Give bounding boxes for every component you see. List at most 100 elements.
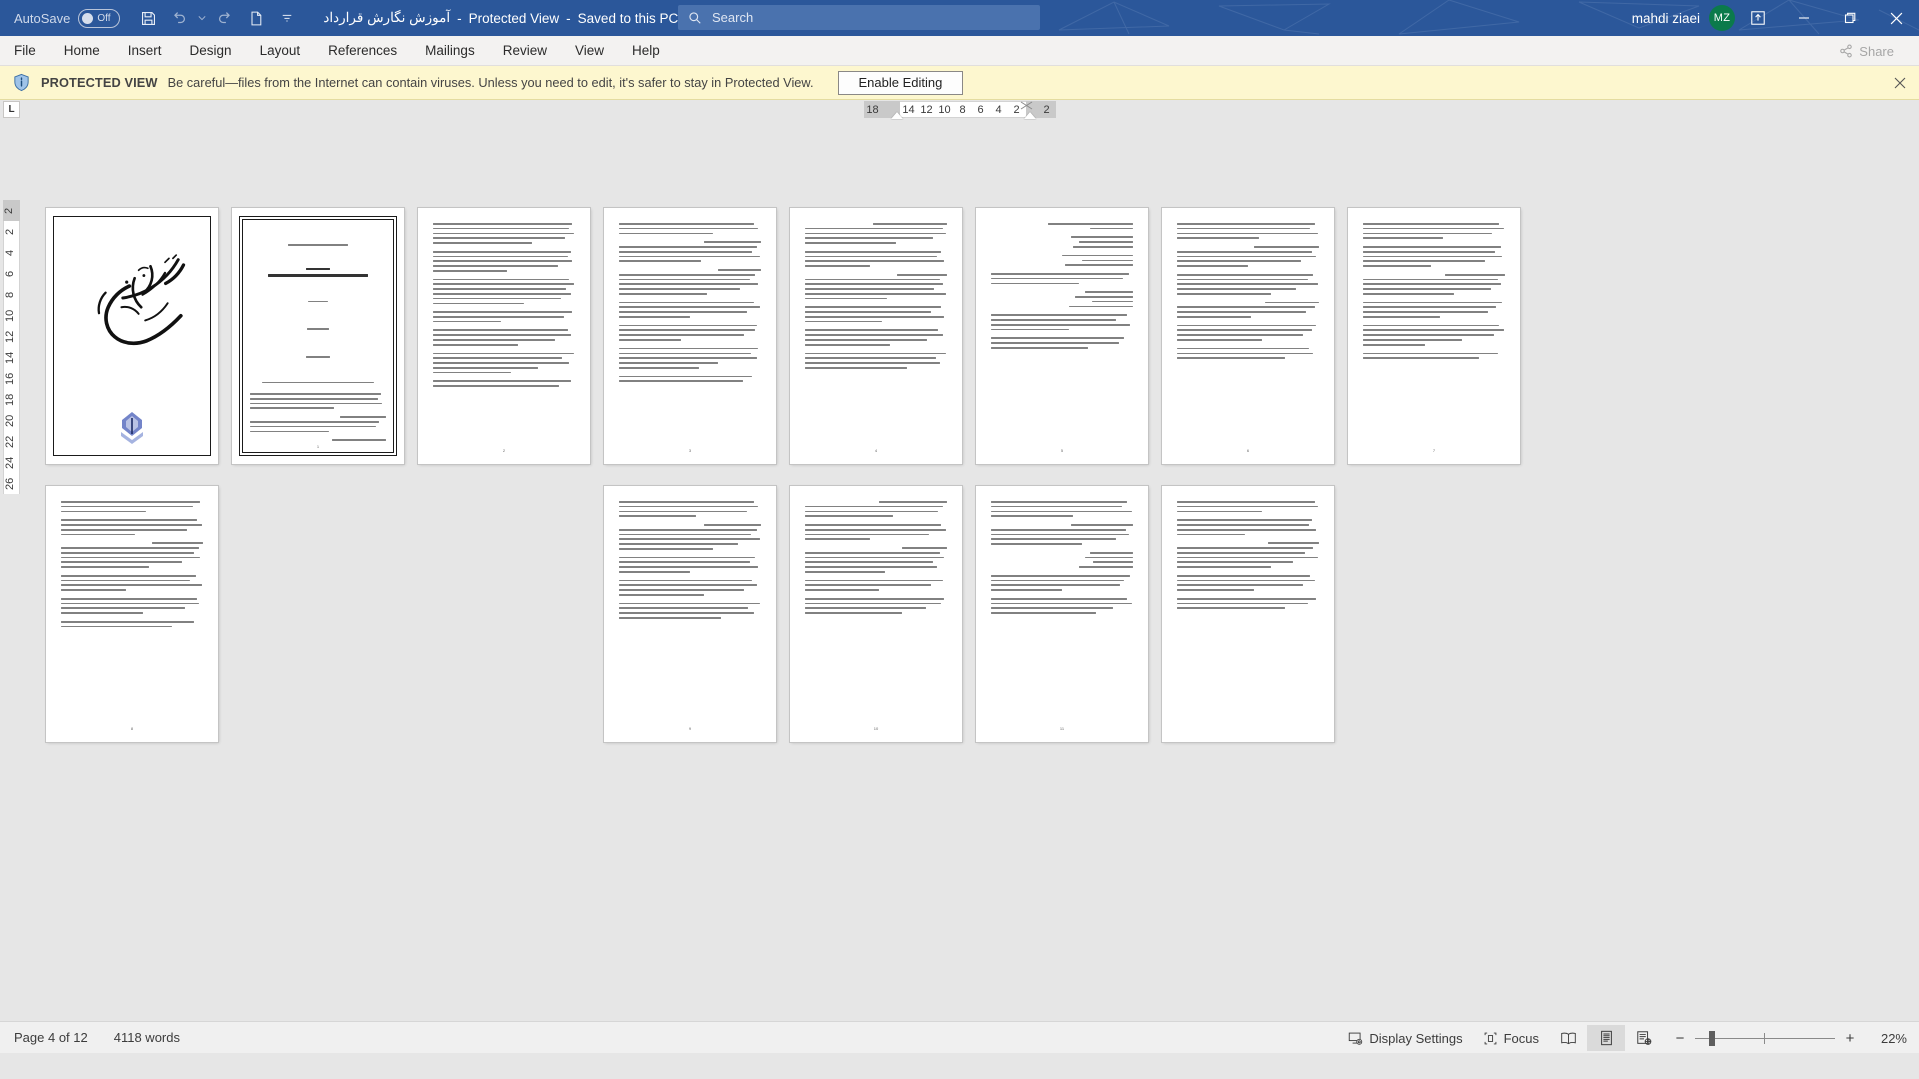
status-bar-left: Page 4 of 12 4118 words <box>14 1030 180 1045</box>
web-layout-icon <box>1636 1030 1652 1046</box>
ribbon-display-options-icon[interactable] <box>1735 0 1781 36</box>
web-layout-button[interactable] <box>1625 1025 1663 1051</box>
avatar[interactable]: MZ <box>1709 5 1735 31</box>
new-file-icon[interactable] <box>242 4 270 32</box>
display-settings-label: Display Settings <box>1369 1031 1462 1046</box>
page-body: 11 <box>983 494 1141 734</box>
vertical-ruler-text-area: 2 4 6 8 10 12 14 16 18 20 22 24 26 <box>3 221 20 494</box>
page-number: 11 <box>983 726 1141 731</box>
autosave-toggle[interactable]: Off <box>78 9 120 28</box>
tab-view[interactable]: View <box>561 36 618 66</box>
tab-layout[interactable]: Layout <box>246 36 315 66</box>
display-settings-button[interactable]: Display Settings <box>1338 1026 1472 1050</box>
read-mode-button[interactable] <box>1549 1025 1587 1051</box>
protected-view-bar: PROTECTED VIEW Be careful—files from the… <box>0 66 1919 100</box>
page-thumbnail[interactable]: 1 <box>232 208 404 464</box>
document-title[interactable]: آموزش نگارش قرارداد - Protected View - S… <box>323 10 696 26</box>
close-button[interactable] <box>1873 0 1919 36</box>
zoom-slider-thumb[interactable] <box>1709 1031 1715 1046</box>
page-thumbnail[interactable]: 4 <box>790 208 962 464</box>
first-line-indent-marker[interactable] <box>1020 101 1033 110</box>
quick-access-toolbar <box>134 4 301 32</box>
print-layout-button[interactable] <box>1587 1025 1625 1051</box>
user-name[interactable]: mahdi ziaei <box>1632 11 1700 26</box>
maximize-restore-button[interactable] <box>1827 0 1873 36</box>
page-thumbnail[interactable]: 10 <box>790 486 962 742</box>
page-thumbnail[interactable]: 6 <box>1162 208 1334 464</box>
ruler-number: 6 <box>4 263 16 284</box>
ruler-number: 18 <box>864 104 882 116</box>
autosave-control[interactable]: AutoSave Off <box>14 9 120 28</box>
page-thumbnail[interactable]: 7 <box>1348 208 1520 464</box>
ruler-text-area: 14 12 10 8 6 4 2 <box>900 101 1026 118</box>
right-indent-marker[interactable] <box>1024 112 1036 119</box>
page-thumbnail[interactable] <box>46 208 218 464</box>
undo-icon[interactable] <box>165 4 193 32</box>
bismillah-calligraphy <box>56 219 208 373</box>
title-bar-right: mahdi ziaei MZ <box>1632 0 1919 36</box>
zoom-slider[interactable] <box>1695 1038 1835 1039</box>
search-icon <box>688 11 702 25</box>
autosave-label: AutoSave <box>14 11 70 26</box>
focus-button[interactable]: Focus <box>1473 1026 1549 1050</box>
page-number: 1 <box>243 444 393 449</box>
page-thumbnail[interactable]: 3 <box>604 208 776 464</box>
zoom-in-button[interactable]: + <box>1843 1030 1857 1047</box>
page-thumbnail[interactable]: 9 <box>604 486 776 742</box>
ribbon-tab-bar: File Home Insert Design Layout Reference… <box>0 36 1919 66</box>
tab-references[interactable]: References <box>314 36 411 66</box>
tab-mailings[interactable]: Mailings <box>411 36 489 66</box>
page-body <box>1169 494 1327 734</box>
share-icon <box>1839 44 1853 58</box>
status-bar-right: Display Settings Focus <box>1338 1022 1907 1054</box>
ruler-number: 8 <box>4 284 16 305</box>
info-shield-icon <box>12 73 31 92</box>
page-body: 9 <box>611 494 769 734</box>
tab-help[interactable]: Help <box>618 36 674 66</box>
document-canvas[interactable]: L 18 14 12 10 8 6 4 2 2 <box>0 100 1919 1021</box>
tab-review[interactable]: Review <box>489 36 561 66</box>
title-bar: AutoSave Off <box>0 0 1919 36</box>
horizontal-ruler[interactable]: L 18 14 12 10 8 6 4 2 2 <box>0 100 1919 119</box>
page-body: 5 <box>983 216 1141 456</box>
minimize-button[interactable] <box>1781 0 1827 36</box>
page-indicator[interactable]: Page 4 of 12 <box>14 1030 88 1045</box>
redo-icon[interactable] <box>211 4 239 32</box>
page-thumbnail[interactable]: 8 <box>46 486 218 742</box>
word-count[interactable]: 4118 words <box>114 1030 180 1045</box>
undo-dropdown-icon[interactable] <box>196 4 208 32</box>
left-indent-marker[interactable] <box>891 112 903 119</box>
focus-icon <box>1483 1031 1498 1046</box>
page-thumbnail[interactable]: 5 <box>976 208 1148 464</box>
autosave-toggle-knob <box>82 13 93 24</box>
title-separator-2: - <box>566 11 571 26</box>
protected-view-title: PROTECTED VIEW <box>41 75 158 90</box>
close-icon[interactable] <box>1891 74 1909 92</box>
page-thumbnail[interactable]: 2 <box>418 208 590 464</box>
page-number: 9 <box>611 726 769 731</box>
search-input[interactable]: Search <box>678 5 1040 30</box>
protected-view-status: Protected View <box>469 11 560 26</box>
zoom-out-button[interactable]: − <box>1673 1030 1687 1047</box>
zoom-control[interactable]: − + 22% <box>1673 1030 1907 1047</box>
share-button[interactable]: Share <box>1830 40 1907 62</box>
read-mode-icon <box>1560 1031 1577 1046</box>
tab-design[interactable]: Design <box>176 36 246 66</box>
page-number: 10 <box>797 726 955 731</box>
zoom-level[interactable]: 22% <box>1865 1031 1907 1046</box>
ruler-number: 20 <box>4 410 16 431</box>
customize-qat-icon[interactable] <box>273 4 301 32</box>
page-thumbnail[interactable] <box>1162 486 1334 742</box>
save-state: Saved to this PC <box>578 11 679 26</box>
ruler-number: 10 <box>4 305 16 326</box>
ruler-number: 2 <box>1038 104 1056 116</box>
ruler-number: 8 <box>954 104 972 116</box>
vertical-ruler[interactable]: 2 2 4 6 8 10 12 14 16 18 20 22 24 26 <box>3 100 20 1021</box>
save-icon[interactable] <box>134 4 162 32</box>
page-number: 4 <box>797 448 955 453</box>
tab-file[interactable]: File <box>0 36 50 66</box>
enable-editing-button[interactable]: Enable Editing <box>838 71 964 95</box>
tab-home[interactable]: Home <box>50 36 114 66</box>
tab-insert[interactable]: Insert <box>114 36 176 66</box>
page-thumbnail[interactable]: 11 <box>976 486 1148 742</box>
